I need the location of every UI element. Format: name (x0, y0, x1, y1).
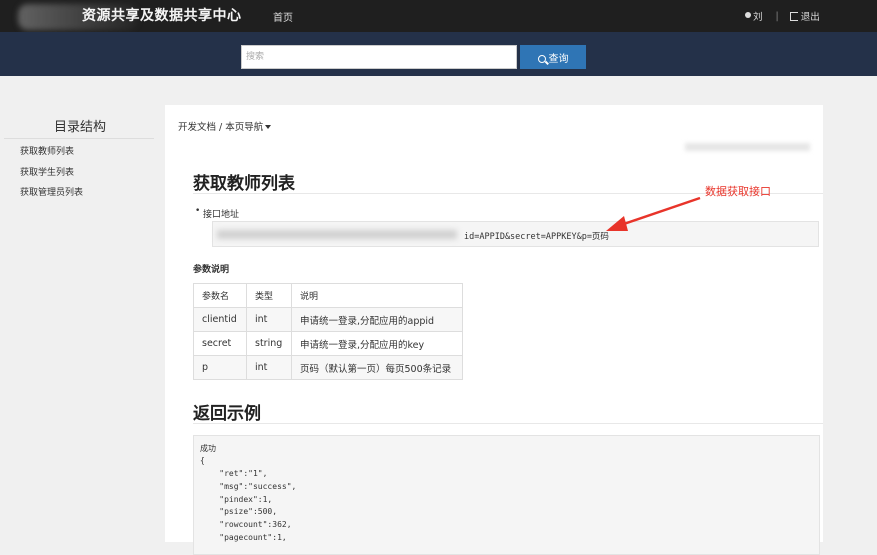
annotation-arrow-icon (606, 196, 701, 231)
